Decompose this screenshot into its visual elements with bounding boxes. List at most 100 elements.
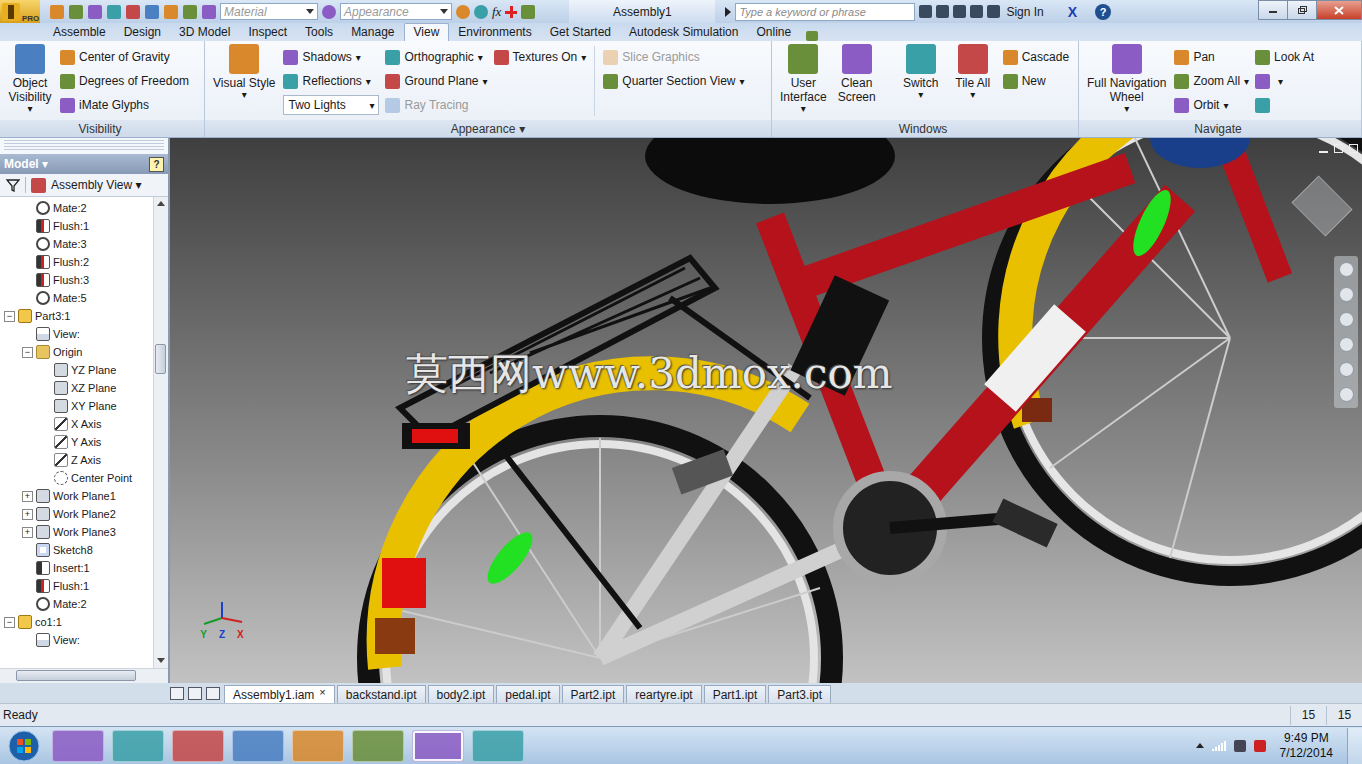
ribbon-tab[interactable]: 3D Model xyxy=(170,24,239,41)
vertical-scrollbar[interactable] xyxy=(153,197,168,668)
ribbon-tab[interactable]: Inspect xyxy=(239,24,296,41)
ribbon-large-button[interactable]: Visual Style▾ xyxy=(211,44,277,120)
tree-item[interactable]: View: xyxy=(0,631,153,649)
navigation-tool-icon[interactable] xyxy=(1339,337,1354,352)
formula-button[interactable]: fx xyxy=(492,4,501,20)
ribbon-small-button[interactable]: Pan xyxy=(1174,46,1249,68)
open-documents-icon[interactable] xyxy=(206,687,220,700)
ribbon-small-button[interactable]: Shadows▾ xyxy=(283,46,379,68)
navigation-tool-icon[interactable] xyxy=(1339,287,1354,302)
tree-item[interactable]: Center Point xyxy=(0,469,153,487)
ribbon-small-button[interactable]: Cascade xyxy=(1003,46,1073,68)
quick-access-icon[interactable] xyxy=(50,5,64,19)
ribbon-tab[interactable]: View xyxy=(404,23,450,41)
panel-grip[interactable] xyxy=(4,140,164,152)
ribbon-small-button[interactable]: iMate Glyphs xyxy=(60,94,193,116)
viewport-minimize-icon[interactable] xyxy=(1319,144,1328,153)
user-icon[interactable] xyxy=(987,5,1000,18)
ribbon-tab[interactable]: Autodesk Simulation xyxy=(620,24,747,41)
signal-icon[interactable] xyxy=(1212,740,1226,752)
quick-access-icon[interactable] xyxy=(183,5,197,19)
bicycle-model-render[interactable] xyxy=(170,138,1362,683)
expand-toggle[interactable]: + xyxy=(22,527,33,538)
tree-item[interactable]: Z Axis xyxy=(0,451,153,469)
tools-icon[interactable] xyxy=(936,5,949,18)
favorites-icon[interactable] xyxy=(970,5,983,18)
tree-item[interactable]: Mate:2 xyxy=(0,595,153,613)
ribbon-options-icon[interactable] xyxy=(806,31,818,41)
tree-item[interactable]: Flush:2 xyxy=(0,253,153,271)
close-button[interactable] xyxy=(1316,0,1362,20)
ribbon-small-button[interactable]: Look At xyxy=(1255,46,1318,68)
tree-item[interactable]: Flush:1 xyxy=(0,217,153,235)
ribbon-tab[interactable]: Manage xyxy=(342,24,403,41)
ribbon-small-button[interactable]: Slice Graphics xyxy=(603,46,744,68)
ribbon-small-button[interactable]: Ground Plane▾ xyxy=(385,70,487,92)
document-tab[interactable]: Part3.ipt xyxy=(768,685,831,703)
application-menu-button[interactable]: PRO xyxy=(0,0,40,23)
tree-item[interactable]: View: xyxy=(0,325,153,343)
taskbar-app-icon[interactable] xyxy=(292,730,344,762)
taskbar-app-icon[interactable] xyxy=(352,730,404,762)
quick-access-icon[interactable] xyxy=(164,5,178,19)
ribbon-small-button[interactable]: Center of Gravity xyxy=(60,46,193,68)
expand-toggle[interactable]: − xyxy=(4,617,15,628)
tree-item[interactable]: Insert:1 xyxy=(0,559,153,577)
show-hidden-icons-icon[interactable] xyxy=(1196,743,1204,748)
ribbon-group-label[interactable]: Visibility xyxy=(0,120,204,137)
horizontal-scrollbar[interactable] xyxy=(0,668,168,683)
quick-access-icon[interactable] xyxy=(69,5,83,19)
scroll-thumb[interactable] xyxy=(16,670,136,681)
help-button[interactable]: ? xyxy=(1095,4,1111,20)
ribbon-large-button[interactable]: Tile All▾ xyxy=(949,44,997,120)
tree-item[interactable]: +Work Plane2 xyxy=(0,505,153,523)
ribbon-large-button[interactable]: UserInterface▾ xyxy=(778,44,829,120)
quick-access-icon[interactable] xyxy=(88,5,102,19)
ribbon-tab[interactable]: Environments xyxy=(449,24,540,41)
ribbon-group-label[interactable]: Windows xyxy=(772,120,1078,137)
tree-item[interactable]: +Work Plane3 xyxy=(0,523,153,541)
ribbon-large-button[interactable]: CleanScreen xyxy=(833,44,881,120)
document-tab[interactable]: reartyre.ipt xyxy=(626,685,701,703)
taskbar-app-icon[interactable] xyxy=(472,730,524,762)
scroll-down-icon[interactable] xyxy=(154,654,168,668)
appearance-combo[interactable]: Appearance xyxy=(340,3,452,20)
ribbon-small-button[interactable]: Degrees of Freedom xyxy=(60,70,193,92)
ribbon-tab[interactable]: Design xyxy=(115,24,170,41)
ribbon-small-button[interactable]: Ray Tracing xyxy=(385,94,487,116)
ribbon-small-button[interactable]: Reflections▾ xyxy=(283,70,379,92)
expand-search-icon[interactable] xyxy=(725,7,731,17)
ribbon-small-button[interactable]: ▾ xyxy=(1255,70,1318,92)
scroll-thumb[interactable] xyxy=(155,344,166,374)
taskbar-app-icon[interactable] xyxy=(112,730,164,762)
document-tab[interactable]: Part1.ipt xyxy=(704,685,767,703)
quick-access-icon[interactable] xyxy=(107,5,121,19)
minimize-button[interactable] xyxy=(1258,0,1288,20)
tree-item[interactable]: −co1:1 xyxy=(0,613,153,631)
sign-in-button[interactable]: Sign In xyxy=(1006,5,1043,19)
ribbon-small-button[interactable]: Textures On▾ xyxy=(494,46,587,68)
start-button[interactable] xyxy=(4,729,44,763)
filter-icon[interactable] xyxy=(6,178,20,192)
ribbon-large-button[interactable]: Full NavigationWheel▾ xyxy=(1085,44,1168,120)
ribbon-tab[interactable]: Assemble xyxy=(44,24,115,41)
viewport-close-icon[interactable] xyxy=(1349,144,1358,153)
volume-icon[interactable] xyxy=(1254,740,1266,752)
ribbon-small-button[interactable]: Orthographic▾ xyxy=(385,46,487,68)
scroll-up-icon[interactable] xyxy=(154,197,168,211)
view-cube[interactable] xyxy=(1291,175,1352,236)
restore-button[interactable] xyxy=(1287,0,1317,20)
tree-item[interactable]: −Part3:1 xyxy=(0,307,153,325)
tree-item[interactable]: XZ Plane xyxy=(0,379,153,397)
ribbon-small-button[interactable]: Quarter Section View▾ xyxy=(603,70,744,92)
navigation-tool-icon[interactable] xyxy=(1339,262,1354,277)
tree-item[interactable]: XY Plane xyxy=(0,397,153,415)
document-tab[interactable]: backstand.ipt xyxy=(337,685,426,703)
browser-title[interactable]: Model ▾ xyxy=(4,157,48,171)
communication-icon[interactable] xyxy=(953,5,966,18)
taskbar-app-icon[interactable] xyxy=(232,730,284,762)
navigation-tool-icon[interactable] xyxy=(1339,312,1354,327)
taskbar-app-icon[interactable] xyxy=(412,730,464,762)
ribbon-large-button[interactable]: Switch▾ xyxy=(897,44,945,120)
exchange-apps-button[interactable]: X xyxy=(1068,4,1077,20)
